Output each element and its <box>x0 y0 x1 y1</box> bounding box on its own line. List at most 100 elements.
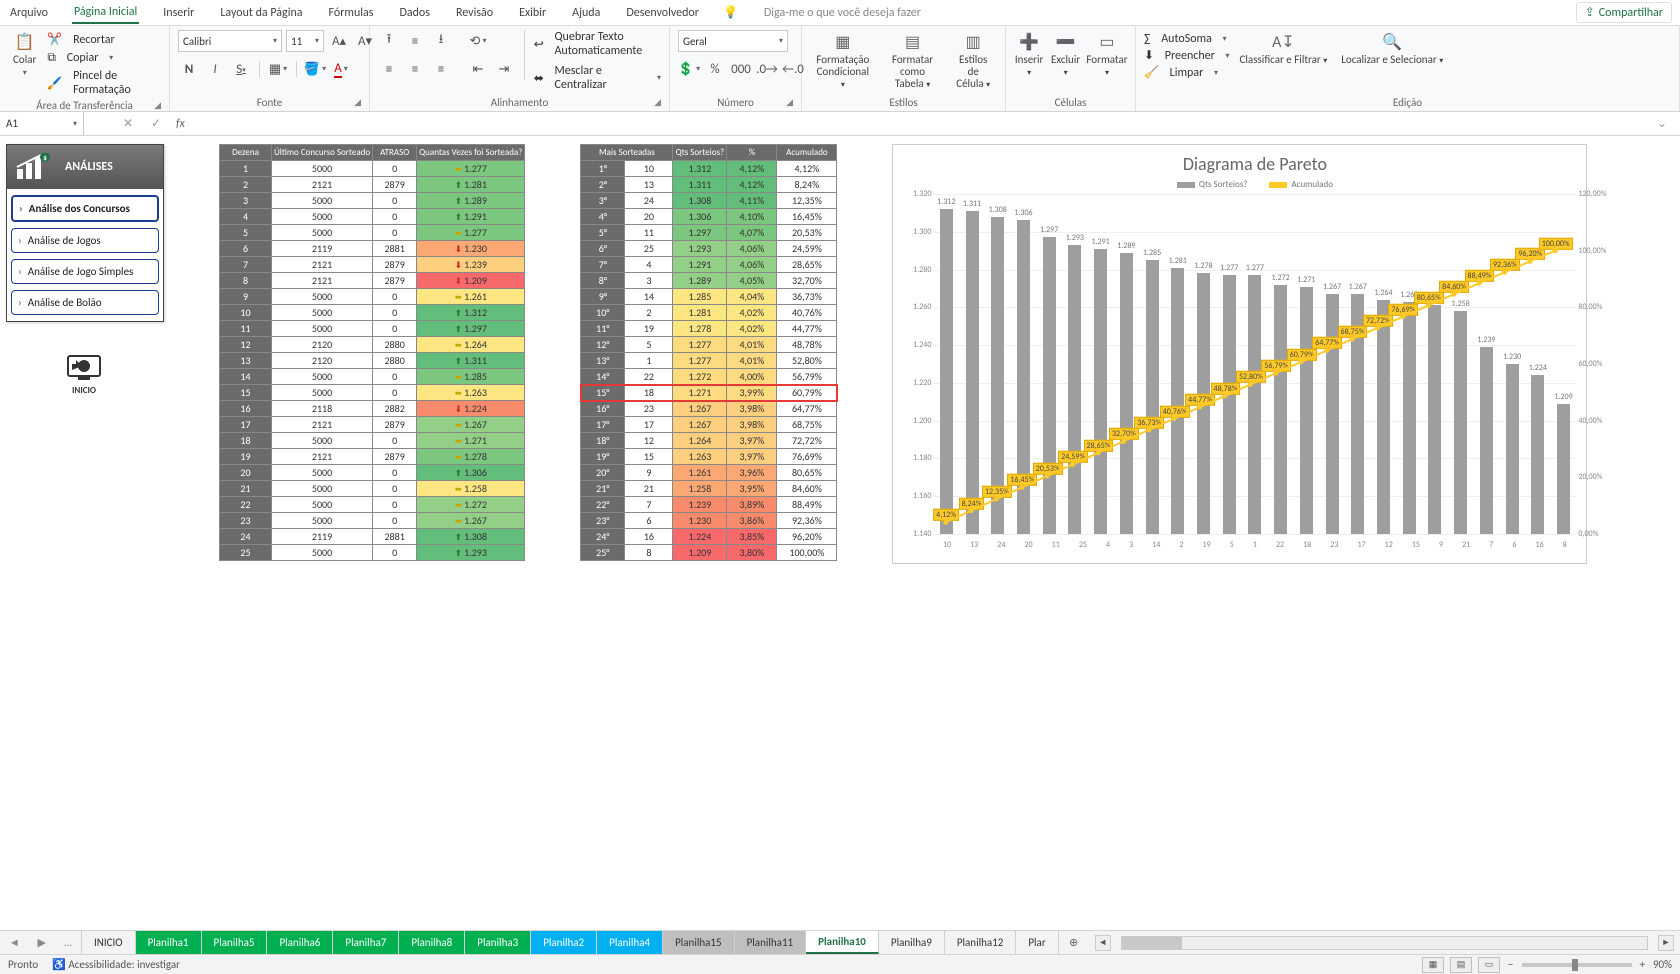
page-break-view-button[interactable]: ▭ <box>1478 957 1500 973</box>
formula-input[interactable] <box>191 112 1648 135</box>
sheet-nav-first[interactable]: ◄ <box>9 936 20 949</box>
borders-button[interactable]: ▦ <box>267 58 289 80</box>
clear-button[interactable]: 🧹 Limpar ▾ <box>1144 65 1230 80</box>
italic-button[interactable]: I <box>204 58 226 80</box>
align-bottom-button[interactable]: ⭳ <box>430 30 452 52</box>
sheet-tab-planilha12[interactable]: Planilha12 <box>945 931 1017 954</box>
increase-indent-button[interactable]: ⇥ <box>493 58 515 80</box>
horizontal-scroll[interactable]: ◄ ► <box>1089 931 1680 954</box>
format-as-table-button[interactable]: ▤Formatar como Tabela ▾ <box>882 30 944 92</box>
analises-button-2[interactable]: ›Análise de Jogo Simples <box>11 259 159 284</box>
analises-button-0[interactable]: ›Análise dos Concursos <box>11 195 159 222</box>
sheet-tab-planilha3[interactable]: Planilha3 <box>465 931 531 954</box>
expand-formula-button[interactable]: ⌄ <box>1648 116 1676 131</box>
menu-tab-dados[interactable]: Dados <box>397 3 431 23</box>
name-box[interactable]: A1▾ <box>0 112 84 135</box>
analises-button-3[interactable]: ›Análise de Bolão <box>11 290 159 315</box>
accessibility-status[interactable]: ♿ Acessibilidade: investigar <box>52 958 180 971</box>
menu-tab-ajuda[interactable]: Ajuda <box>570 3 602 23</box>
sheet-tab-planilha9[interactable]: Planilha9 <box>879 931 945 954</box>
delete-cells-button[interactable]: ➖Excluir▾ <box>1050 30 1081 80</box>
fill-button[interactable]: ⬇ Preencher ▾ <box>1144 48 1230 63</box>
wrap-text-button[interactable]: ↩︎ Quebrar Texto Automaticamente <box>534 30 661 58</box>
normal-view-button[interactable]: ▦ <box>1422 957 1444 973</box>
accounting-button[interactable]: 💲 <box>678 58 700 80</box>
align-top-button[interactable]: ⭱ <box>378 30 400 52</box>
number-format-combo[interactable]: Geral▾ <box>678 30 788 52</box>
share-button[interactable]: ⇪ Compartilhar <box>1576 2 1672 23</box>
align-middle-button[interactable]: ≡ <box>404 30 426 52</box>
hscroll-thumb[interactable] <box>1122 937 1182 949</box>
number-launcher[interactable]: ◢ <box>786 97 793 108</box>
analises-button-1[interactable]: ›Análise de Jogos <box>11 228 159 253</box>
sheet-tab-planilha7[interactable]: Planilha7 <box>333 931 399 954</box>
increase-decimal-button[interactable]: .0→ <box>756 58 778 80</box>
cell-styles-button[interactable]: ▥Estilos de Célula ▾ <box>949 30 997 92</box>
merge-center-button[interactable]: ⬌ Mesclar e Centralizar ▾ <box>534 64 661 92</box>
hscroll-right-button[interactable]: ► <box>1658 935 1674 951</box>
orientation-button[interactable]: ⟲ <box>467 30 489 52</box>
menu-tab-inserir[interactable]: Inserir <box>161 3 196 23</box>
clipboard-launcher[interactable]: ◢ <box>154 100 161 111</box>
sort-filter-button[interactable]: A↧Classificar e Filtrar ▾ <box>1236 30 1332 68</box>
sheet-nav-more[interactable]: ... <box>64 936 72 949</box>
fx-icon[interactable]: fx <box>170 117 191 131</box>
insert-cells-button[interactable]: ➕Inserir▾ <box>1014 30 1044 80</box>
fill-color-button[interactable]: 🪣 <box>304 58 326 80</box>
sheet-tab-planilha5[interactable]: Planilha5 <box>202 931 268 954</box>
zoom-value[interactable]: 90% <box>1653 958 1672 971</box>
align-right-button[interactable]: ≡ <box>430 58 452 80</box>
sheet-tab-planilha8[interactable]: Planilha8 <box>399 931 465 954</box>
sheet-tab-planilha10[interactable]: Planilha10 <box>806 931 879 954</box>
menu-tab-fórmulas[interactable]: Fórmulas <box>327 3 376 23</box>
font-launcher[interactable]: ◢ <box>354 97 361 108</box>
pareto-chart[interactable]: Diagrama de Pareto Qts Sorteios? Acumula… <box>892 144 1587 564</box>
enter-formula-button[interactable]: ✓ <box>142 116 170 131</box>
percent-button[interactable]: % <box>704 58 726 80</box>
align-center-button[interactable]: ≡ <box>404 58 426 80</box>
hscroll-left-button[interactable]: ◄ <box>1095 935 1111 951</box>
format-cells-button[interactable]: ▭Formatar▾ <box>1087 30 1127 80</box>
zoom-in-button[interactable]: + <box>1638 958 1647 971</box>
cancel-formula-button[interactable]: ✕ <box>114 116 142 131</box>
sheet-tab-planilha15[interactable]: Planilha15 <box>663 931 735 954</box>
zoom-slider[interactable] <box>1522 963 1632 967</box>
sheet-tab-planilha2[interactable]: Planilha2 <box>531 931 597 954</box>
sheet-tab-inicio[interactable]: INICIO <box>82 931 136 954</box>
cut-button[interactable]: ✂️ Recortar <box>47 32 161 47</box>
find-select-button[interactable]: 🔍Localizar e Selecionar ▾ <box>1337 30 1447 68</box>
underline-button[interactable]: S▾ <box>230 58 252 80</box>
font-color-button[interactable]: A <box>330 58 352 80</box>
decrease-indent-button[interactable]: ⇤ <box>467 58 489 80</box>
conditional-format-button[interactable]: ▦Formatação Condicional ▾ <box>810 30 876 92</box>
sheet-scroll[interactable]: $ ANÁLISES ›Análise dos Concursos›Anális… <box>0 136 1680 930</box>
copy-button[interactable]: ⧉ Copiar ▾ <box>47 51 161 65</box>
menu-tab-revisão[interactable]: Revisão <box>454 3 495 23</box>
paste-button[interactable]: 📋 Colar ▾ <box>8 30 41 80</box>
align-left-button[interactable]: ≡ <box>378 58 400 80</box>
menu-tab-exibir[interactable]: Exibir <box>517 3 548 23</box>
menu-tab-página-inicial[interactable]: Página Inicial <box>72 2 139 24</box>
comma-button[interactable]: 000 <box>730 58 752 80</box>
increase-font-button[interactable]: A▴ <box>328 30 350 52</box>
sheet-tab-planilha11[interactable]: Planilha11 <box>735 931 807 954</box>
sheet-tab-planilha6[interactable]: Planilha6 <box>267 931 333 954</box>
sheet-tab-plar[interactable]: Plar <box>1016 931 1058 954</box>
alignment-launcher[interactable]: ◢ <box>654 97 661 108</box>
font-size-combo[interactable]: 11▾ <box>286 30 324 52</box>
decrease-decimal-button[interactable]: ←.0 <box>782 58 804 80</box>
bold-button[interactable]: N <box>178 58 200 80</box>
zoom-out-button[interactable]: − <box>1506 958 1515 971</box>
format-painter-button[interactable]: 🖌️ Pincel de Formatação <box>47 69 161 97</box>
tell-me-text[interactable]: Diga-me o que você deseja fazer <box>764 6 921 20</box>
autosum-button[interactable]: ∑ AutoSoma ▾ <box>1144 32 1230 46</box>
menu-tab-layout-da-página[interactable]: Layout da Página <box>218 3 304 23</box>
menu-tab-arquivo[interactable]: Arquivo <box>8 3 50 23</box>
page-layout-view-button[interactable]: ▤ <box>1450 957 1472 973</box>
sheet-nav-next[interactable]: ▶ <box>38 936 46 949</box>
menu-tab-desenvolvedor[interactable]: Desenvolvedor <box>624 3 701 23</box>
sheet-tab-planilha4[interactable]: Planilha4 <box>597 931 663 954</box>
font-name-combo[interactable]: Calibri▾ <box>178 30 282 52</box>
sheet-tab-planilha1[interactable]: Planilha1 <box>136 931 202 954</box>
inicio-shortcut[interactable]: INICIO <box>54 352 114 396</box>
